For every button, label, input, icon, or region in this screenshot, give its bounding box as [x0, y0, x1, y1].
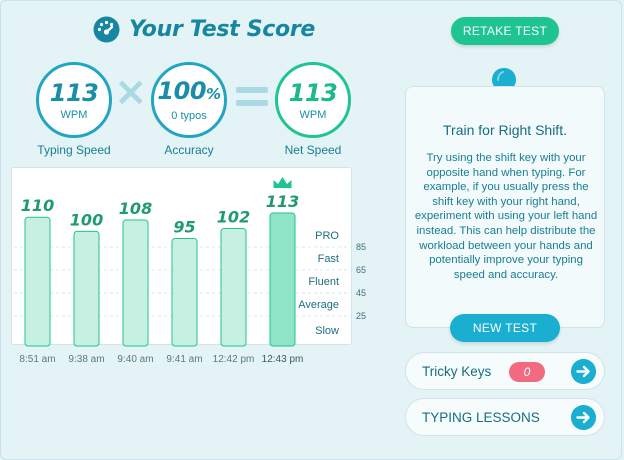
- bar-value-label: 113: [266, 192, 299, 211]
- accuracy-percent: %: [206, 85, 221, 103]
- bar-time-label: 12:43 pm: [262, 354, 304, 365]
- history-chart: 85 65 45 25 PRO Fast Fluent Average Slow 110 8:51 …: [14, 176, 366, 365]
- score-bar: [269, 212, 296, 347]
- score-bar: [24, 216, 51, 347]
- bar-value-label: 100: [70, 210, 103, 229]
- net-speed-label: Net Speed: [284, 143, 342, 157]
- bar-value-label: 95: [173, 218, 195, 237]
- page-header: Your Test Score: [93, 12, 315, 46]
- bar-value-label: 102: [217, 208, 250, 227]
- net-speed-unit: WPM: [299, 108, 327, 121]
- bar-time-label: 12:42 pm: [213, 354, 255, 365]
- score-bar: [171, 238, 198, 347]
- retake-test-button[interactable]: RETAKE TEST: [451, 17, 559, 45]
- net-speed-circle: 113 WPM: [275, 62, 351, 138]
- speedometer-icon: [93, 16, 120, 42]
- typing-lessons-label: TYPING LESSONS: [422, 410, 540, 425]
- threshold-label: 85: [356, 242, 366, 252]
- bar-time-label: 9:38 am: [68, 354, 104, 365]
- score-bar: [73, 230, 100, 347]
- accuracy-circle: 100% 0 typos: [151, 62, 227, 138]
- accuracy-value: 100: [157, 77, 207, 105]
- tip-title: Train for Right Shift.: [443, 122, 567, 138]
- arrow-right-icon[interactable]: [571, 359, 596, 384]
- net-speed-value: 113: [288, 78, 338, 107]
- tricky-keys-card[interactable]: Tricky Keys 0: [405, 352, 605, 390]
- typo-count: 0 typos: [171, 110, 207, 122]
- score-bar: [122, 219, 149, 347]
- threshold-label: 65: [356, 265, 366, 275]
- typing-speed-value: 113: [49, 78, 99, 107]
- tier-label: Fluent: [308, 276, 339, 288]
- bar-time-label: 8:51 am: [19, 354, 55, 365]
- typing-lessons-card[interactable]: TYPING LESSONS: [405, 398, 605, 436]
- typing-speed-circle: 113 WPM: [36, 62, 112, 138]
- tricky-keys-count-badge: 0: [509, 362, 545, 382]
- score-bar: [220, 228, 247, 347]
- typing-speed-unit: WPM: [60, 108, 88, 121]
- threshold-label: 45: [356, 288, 366, 298]
- tier-label: Fast: [318, 253, 339, 265]
- accuracy-label: Accuracy: [164, 143, 214, 157]
- new-test-button[interactable]: NEW TEST: [450, 314, 560, 342]
- tier-label: Average: [298, 299, 339, 311]
- page-title: Your Test Score: [129, 16, 316, 42]
- tier-label: Slow: [315, 325, 339, 337]
- tier-label: PRO: [315, 230, 339, 242]
- tip-body: Try using the shift key with your opposi…: [414, 152, 598, 281]
- bar-value-label: 108: [119, 199, 152, 218]
- multiply-icon: ×: [114, 69, 148, 115]
- bar-value-label: 110: [21, 196, 54, 215]
- accuracy-value-line: 100%: [157, 77, 221, 107]
- tip-panel: Train for Right Shift. Try using the shi…: [405, 86, 605, 328]
- bar-time-label: 9:40 am: [117, 354, 153, 365]
- tricky-keys-label: Tricky Keys: [422, 364, 492, 379]
- arrow-right-icon[interactable]: [571, 405, 596, 430]
- crown-icon: [273, 176, 292, 188]
- bar-time-label: 9:41 am: [166, 354, 202, 365]
- threshold-label: 25: [356, 311, 366, 321]
